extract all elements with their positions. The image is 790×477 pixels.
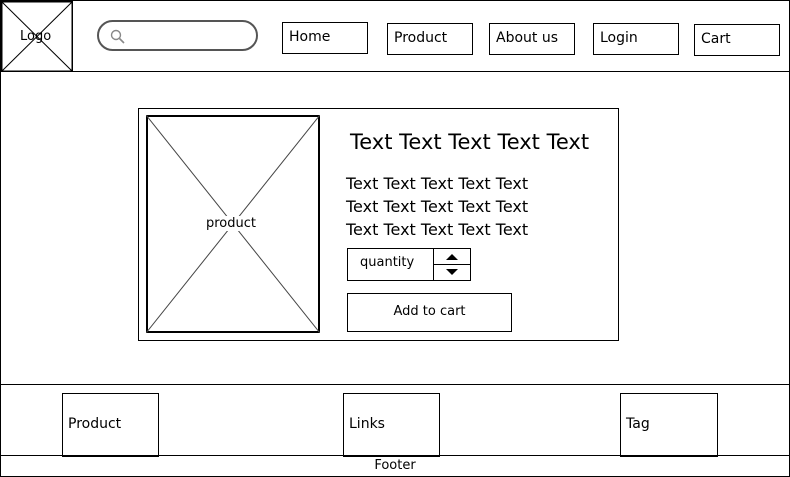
footer-product-label: Product [68,416,122,432]
nav-login-label: Login [600,30,638,46]
nav-product-button[interactable]: Product [387,23,473,55]
increment-arrow-icon[interactable] [446,254,458,260]
nav-about-button[interactable]: About us [489,23,575,55]
footer-product-section[interactable]: Product [62,393,159,457]
nav-login-button[interactable]: Login [593,23,679,55]
footer-top-divider [0,384,790,385]
nav-product-label: Product [394,30,448,46]
search-input[interactable] [97,20,258,51]
decrement-arrow-icon[interactable] [446,269,458,275]
logo[interactable]: Logo [1,1,73,72]
description-line: Text Text Text Text Text [346,174,529,193]
header-divider [0,71,790,72]
search-field[interactable] [131,26,253,48]
quantity-stepper-controls [433,249,470,281]
product-title: Text Text Text Text Text [350,130,590,154]
product-image[interactable]: product [146,115,320,333]
quantity-stepper[interactable]: quantity [347,248,471,281]
footer-tag-label: Tag [626,416,650,432]
description-line: Text Text Text Text Text [346,197,529,216]
add-to-cart-button[interactable]: Add to cart [347,293,512,332]
search-icon [110,29,125,44]
product-image-label: product [206,216,257,231]
nav-cart-label: Cart [701,31,731,47]
nav-home-button[interactable]: Home [282,22,368,54]
footer-links-label: Links [349,416,385,432]
nav-about-label: About us [496,30,559,46]
product-description: Text Text Text Text Text Text Text Text … [346,172,528,241]
stepper-divider [434,264,470,265]
add-to-cart-label: Add to cart [393,304,466,319]
footer-tag-section[interactable]: Tag [620,393,718,457]
nav-cart-button[interactable]: Cart [694,24,780,56]
logo-label: Logo [20,29,52,44]
quantity-label: quantity [360,255,415,270]
footer-label: Footer [374,458,416,473]
footer-bottom-divider [0,455,790,456]
nav-home-label: Home [289,29,331,45]
description-line: Text Text Text Text Text [346,220,529,239]
footer-links-section[interactable]: Links [343,393,440,457]
